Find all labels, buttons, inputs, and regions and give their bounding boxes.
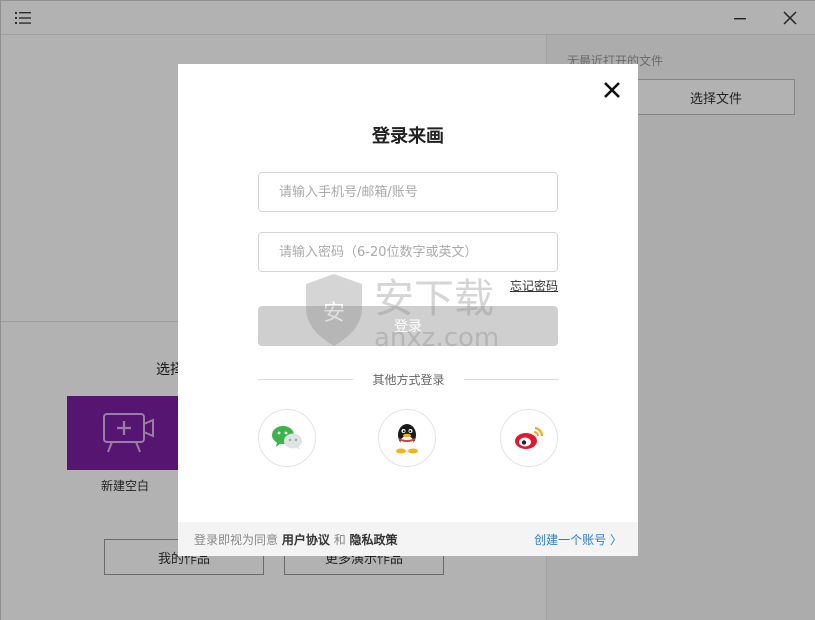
svg-text:安: 安 (323, 301, 345, 326)
agreement-text: 登录即视为同意 用户协议 和 隐私政策 (194, 531, 398, 548)
account-input[interactable] (258, 172, 558, 212)
qq-login-button[interactable] (378, 409, 436, 467)
password-input[interactable] (258, 232, 558, 272)
qq-icon (396, 424, 418, 454)
watermark-logo: 安 安下载 anxz.com (306, 274, 499, 352)
wechat-login-button[interactable] (258, 409, 316, 467)
login-title: 登录来画 (372, 126, 444, 147)
watermark-text: 安下载 (374, 276, 494, 322)
other-login-label: 其他方式登录 (372, 373, 445, 387)
agreement-prefix: 登录即视为同意 (194, 532, 279, 547)
close-icon[interactable] (602, 80, 622, 100)
create-account-link[interactable]: 创建一个账号 〉 (534, 531, 622, 548)
divider-right (464, 379, 559, 380)
privacy-link[interactable]: 隐私政策 (350, 533, 398, 547)
agreement-and: 和 (333, 532, 346, 547)
divider-left (258, 379, 353, 380)
weibo-login-button[interactable] (500, 409, 558, 467)
wechat-icon (272, 426, 302, 450)
weibo-icon (515, 426, 544, 449)
login-footer: 登录即视为同意 用户协议 和 隐私政策 创建一个账号 〉 (178, 522, 638, 556)
terms-link[interactable]: 用户协议 (282, 533, 330, 547)
watermark-subtext: anxz.com (374, 323, 499, 352)
